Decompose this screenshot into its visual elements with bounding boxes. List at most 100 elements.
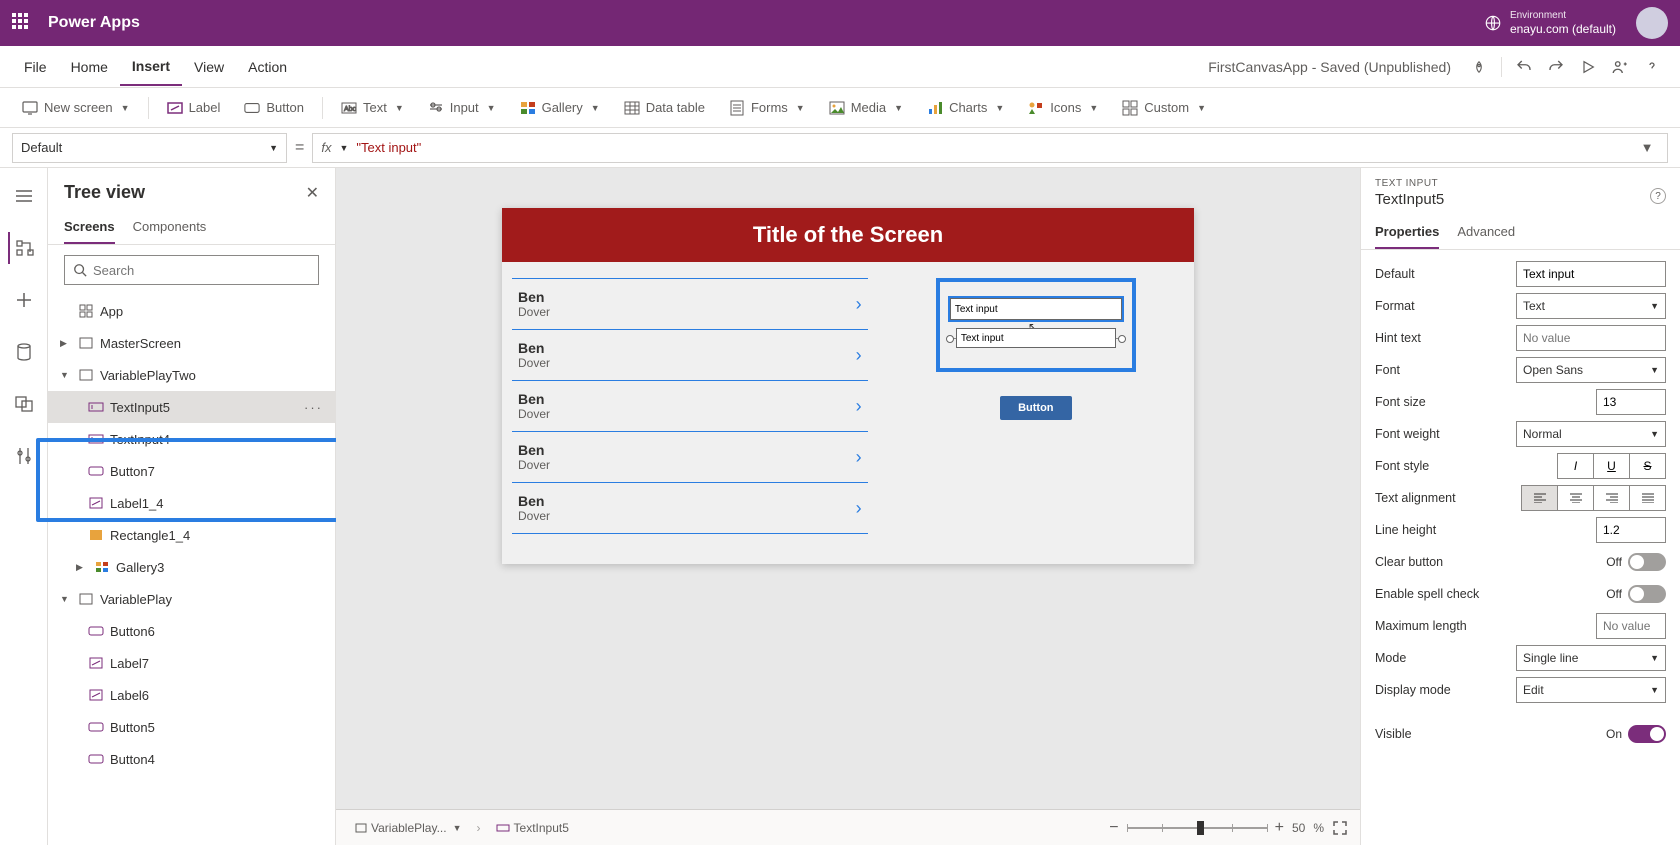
input-dropdown[interactable]: Input▼ xyxy=(418,94,506,122)
textinput4-control[interactable] xyxy=(956,328,1116,348)
zoom-slider[interactable] xyxy=(1127,827,1267,829)
search-input[interactable] xyxy=(93,263,310,278)
environment-picker[interactable]: Environment enayu.com (default) xyxy=(1484,10,1616,36)
prop-format-select[interactable]: Text▼ xyxy=(1516,293,1666,319)
app-screen-preview[interactable]: Title of the Screen BenDover› BenDover› … xyxy=(502,208,1194,564)
data-icon[interactable] xyxy=(8,336,40,368)
tab-advanced[interactable]: Advanced xyxy=(1457,218,1515,249)
icons-dropdown[interactable]: Icons▼ xyxy=(1018,94,1108,122)
tree-item-button4[interactable]: Button4 xyxy=(48,743,335,775)
tree-item-masterscreen[interactable]: ▶MasterScreen xyxy=(48,327,335,359)
italic-button[interactable]: I xyxy=(1557,453,1594,479)
prop-fontweight-select[interactable]: Normal▼ xyxy=(1516,421,1666,447)
align-center-button[interactable] xyxy=(1557,485,1594,511)
gallery-dropdown[interactable]: Gallery▼ xyxy=(510,94,610,122)
align-left-button[interactable] xyxy=(1521,485,1558,511)
button-button[interactable]: Button xyxy=(234,94,314,122)
tree-item-label7[interactable]: Label7 xyxy=(48,647,335,679)
share-icon[interactable] xyxy=(1604,51,1636,83)
help-icon[interactable] xyxy=(1636,51,1668,83)
chevron-right-icon[interactable]: › xyxy=(856,396,862,417)
strike-button[interactable]: S xyxy=(1629,453,1666,479)
fit-to-window-icon[interactable] xyxy=(1332,820,1348,836)
resize-handles[interactable] xyxy=(950,326,1122,352)
prop-spell-toggle[interactable] xyxy=(1628,585,1666,603)
gallery-item[interactable]: BenDover› xyxy=(512,330,868,381)
tree-view-icon[interactable] xyxy=(8,232,40,264)
gallery-item[interactable]: BenDover› xyxy=(512,483,868,534)
data-table-button[interactable]: Data table xyxy=(614,94,715,122)
waffle-icon[interactable] xyxy=(12,13,32,33)
menu-file[interactable]: File xyxy=(12,49,59,85)
prop-font-select[interactable]: Open Sans▼ xyxy=(1516,357,1666,383)
more-icon[interactable]: ··· xyxy=(304,400,323,415)
hamburger-icon[interactable] xyxy=(8,180,40,212)
tree-item-button5[interactable]: Button5 xyxy=(48,711,335,743)
info-icon[interactable]: ? xyxy=(1650,188,1666,204)
prop-clear-toggle[interactable] xyxy=(1628,553,1666,571)
tree-item-button6[interactable]: Button6 xyxy=(48,615,335,647)
breadcrumb-control[interactable]: TextInput5 xyxy=(489,816,576,840)
media-dropdown[interactable]: Media▼ xyxy=(819,94,913,122)
textinput5-control[interactable] xyxy=(950,298,1122,320)
tree-item-variableplay[interactable]: ▼VariablePlay xyxy=(48,583,335,615)
tree-item-button7[interactable]: Button7 xyxy=(48,455,335,487)
formula-input[interactable]: fx ▼ "Text input" ▼ xyxy=(312,133,1668,163)
prop-fontsize-input[interactable] xyxy=(1596,389,1666,415)
zoom-in-button[interactable]: + xyxy=(1275,819,1284,837)
chevron-right-icon[interactable]: › xyxy=(856,294,862,315)
prop-hint-input[interactable] xyxy=(1516,325,1666,351)
breadcrumb-screen[interactable]: VariablePlay...▼ xyxy=(348,816,469,840)
menu-view[interactable]: View xyxy=(182,49,236,85)
prop-visible-toggle[interactable] xyxy=(1628,725,1666,743)
tab-components[interactable]: Components xyxy=(133,211,207,244)
tab-screens[interactable]: Screens xyxy=(64,211,115,244)
chevron-right-icon[interactable]: › xyxy=(856,447,862,468)
tree-item-textinput5[interactable]: TextInput5··· xyxy=(48,391,335,423)
add-icon[interactable] xyxy=(8,284,40,316)
prop-lineheight-input[interactable] xyxy=(1596,517,1666,543)
prop-maxlen-input[interactable] xyxy=(1596,613,1666,639)
expand-formula-icon[interactable]: ▼ xyxy=(1635,140,1659,155)
undo-icon[interactable] xyxy=(1508,51,1540,83)
prop-default-input[interactable] xyxy=(1516,261,1666,287)
forms-dropdown[interactable]: Forms▼ xyxy=(719,94,815,122)
tree-item-label6[interactable]: Label6 xyxy=(48,679,335,711)
chevron-right-icon[interactable]: › xyxy=(856,345,862,366)
media-panel-icon[interactable] xyxy=(8,388,40,420)
button7-control[interactable]: Button xyxy=(1000,396,1071,420)
menu-home[interactable]: Home xyxy=(59,49,120,85)
tree-item-app[interactable]: App xyxy=(48,295,335,327)
align-justify-button[interactable] xyxy=(1629,485,1666,511)
zoom-out-button[interactable]: − xyxy=(1109,819,1118,837)
menu-action[interactable]: Action xyxy=(236,49,299,85)
selection-box[interactable]: ↖ xyxy=(936,278,1136,372)
close-icon[interactable]: ✕ xyxy=(306,183,319,203)
tree-item-label14[interactable]: Label1_4 xyxy=(48,487,335,519)
align-right-button[interactable] xyxy=(1593,485,1630,511)
tree-item-gallery3[interactable]: ▶Gallery3 xyxy=(48,551,335,583)
tree-item-variableplaytwo[interactable]: ▼VariablePlayTwo xyxy=(48,359,335,391)
text-dropdown[interactable]: AbcText▼ xyxy=(331,94,414,122)
tree-item-rectangle14[interactable]: Rectangle1_4 xyxy=(48,519,335,551)
prop-mode-select[interactable]: Single line▼ xyxy=(1516,645,1666,671)
underline-button[interactable]: U xyxy=(1593,453,1630,479)
gallery-item[interactable]: BenDover› xyxy=(512,432,868,483)
play-icon[interactable] xyxy=(1572,51,1604,83)
tree-item-textinput4[interactable]: TextInput4 xyxy=(48,423,335,455)
advanced-tools-icon[interactable] xyxy=(8,440,40,472)
app-checker-icon[interactable] xyxy=(1463,51,1495,83)
prop-displaymode-select[interactable]: Edit▼ xyxy=(1516,677,1666,703)
redo-icon[interactable] xyxy=(1540,51,1572,83)
new-screen-button[interactable]: New screen▼ xyxy=(12,94,140,122)
chevron-right-icon[interactable]: › xyxy=(856,498,862,519)
gallery-item[interactable]: BenDover› xyxy=(512,381,868,432)
gallery-item[interactable]: BenDover› xyxy=(512,278,868,330)
charts-dropdown[interactable]: Charts▼ xyxy=(917,94,1014,122)
custom-dropdown[interactable]: Custom▼ xyxy=(1112,94,1216,122)
tab-properties[interactable]: Properties xyxy=(1375,218,1439,249)
property-selector[interactable]: Default▼ xyxy=(12,133,287,163)
user-avatar[interactable] xyxy=(1636,7,1668,39)
label-button[interactable]: Label xyxy=(157,94,231,122)
tree-search[interactable] xyxy=(64,255,319,285)
